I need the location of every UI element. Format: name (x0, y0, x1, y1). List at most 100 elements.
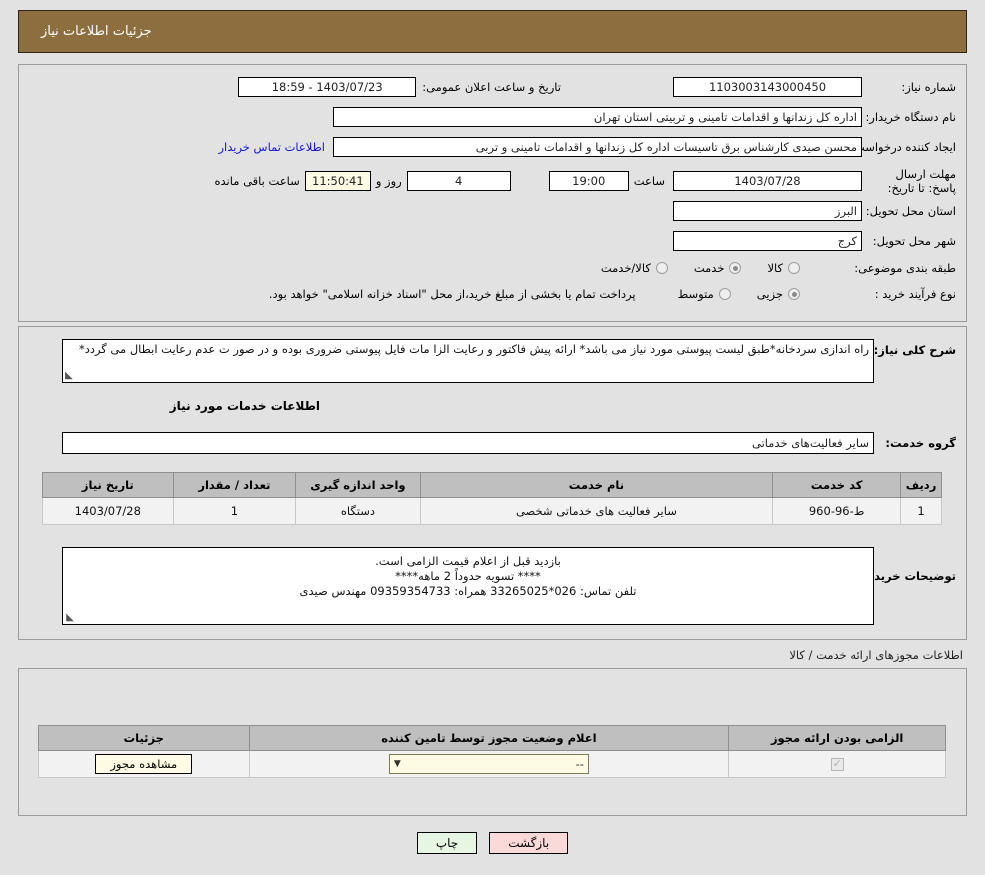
page-title: جزئیات اطلاعات نیاز (41, 24, 152, 39)
chevron-down-icon: ▼ (393, 759, 401, 769)
col-need-date: تاریخ نیاز (42, 472, 174, 498)
need-description-panel: شرح کلی نیاز: راه اندازی سردخانه*طبق لیس… (18, 326, 967, 640)
col-permit-status: اعلام وضعیت مجوز توسط تامین کننده (248, 725, 730, 751)
cell-radif: 1 (900, 497, 942, 525)
hour-label: ساعت (633, 174, 665, 188)
footer-button-bar: بازگشت چاپ (0, 832, 985, 854)
row-process-type: نوع فرآیند خرید : جزیی متوسط پرداخت تمام… (28, 287, 956, 301)
buyer-notes-label: توضیحات خریدار: (858, 569, 956, 583)
process-label: نوع فرآیند خرید : (874, 287, 956, 301)
cell-unit: دستگاه (295, 497, 421, 525)
permit-status-select[interactable]: ▼ -- (388, 754, 589, 774)
province-label: استان محل تحویل: (865, 204, 956, 218)
row-general-description: شرح کلی نیاز: راه اندازی سردخانه*طبق لیس… (28, 339, 956, 383)
process-option-jozyi-label: جزیی (756, 287, 783, 301)
permit-status-value: -- (575, 757, 584, 771)
services-heading: اطلاعات خدمات مورد نیاز (169, 399, 320, 413)
category-option-kala[interactable]: کالا (767, 261, 800, 275)
row-category: طبقه بندی موضوعی: کالا خدمت کالا/خدمت (28, 261, 956, 275)
category-option-kala-label: کالا (767, 261, 783, 275)
services-table: ردیف کد خدمت نام خدمت واحد اندازه گیری ت… (42, 472, 942, 525)
cell-permit-required (728, 750, 946, 778)
announce-datetime-label: تاریخ و ساعت اعلان عمومی: (422, 80, 561, 94)
category-option-khedmat-label: خدمت (693, 261, 725, 275)
resize-grip-icon[interactable]: ◢ (65, 370, 75, 381)
cell-permit-status: ▼ -- (248, 750, 730, 778)
permits-table: الزامی بودن ارائه مجوز اعلام وضعیت مجوز … (38, 725, 946, 778)
category-option-khedmat[interactable]: خدمت (694, 261, 742, 275)
col-name: نام خدمت (419, 472, 774, 498)
category-option-kala-khedmat-label: کالا/خدمت (600, 261, 651, 275)
cell-code: ط-96-960 (772, 497, 902, 525)
cell-permit-details: مشاهده مجوز (38, 750, 250, 778)
remaining-days-value: 4 (406, 171, 511, 191)
buyer-note-line-3: تلفن تماس: 026*33265025 همراه: 093593547… (299, 584, 637, 598)
services-table-wrap: ردیف کد خدمت نام خدمت واحد اندازه گیری ت… (42, 472, 942, 525)
row-buyer-org: نام دستگاه خریدار: اداره کل زندانها و اق… (28, 107, 956, 127)
radio-jozyi[interactable] (788, 288, 800, 300)
general-description-textarea[interactable]: راه اندازی سردخانه*طبق لیست پیوستی مورد … (62, 339, 874, 383)
category-radio-set: کالا خدمت کالا/خدمت (575, 261, 800, 275)
general-description-label: شرح کلی نیاز: (873, 343, 956, 357)
permits-table-wrap: الزامی بودن ارائه مجوز اعلام وضعیت مجوز … (38, 725, 946, 778)
col-radif: ردیف (900, 472, 942, 498)
col-unit: واحد اندازه گیری (295, 472, 421, 498)
remaining-days-label: روز و (375, 174, 402, 188)
buyer-org-value: اداره کل زندانها و اقدامات تامینی و تربی… (333, 107, 862, 127)
back-button[interactable]: بازگشت (489, 832, 569, 854)
page-header-bar: جزئیات اطلاعات نیاز (18, 10, 967, 53)
buyer-notes-textarea[interactable]: بازدید قبل از اعلام قیمت الزامی است. ***… (62, 547, 874, 625)
cell-name: سایر فعالیت های خدماتی شخصی (419, 497, 774, 525)
row-deadline: مهلت ارسال پاسخ: تا تاریخ: 1403/07/28 سا… (28, 167, 957, 195)
radio-motevaset[interactable] (718, 288, 731, 300)
col-permit-required: الزامی بودن ارائه مجوز (728, 725, 946, 751)
print-button[interactable]: چاپ (416, 832, 478, 854)
col-qty: تعداد / مقدار (172, 472, 297, 498)
category-label: طبقه بندی موضوعی: (854, 261, 956, 275)
row-city: شهر محل تحویل: کرج (28, 231, 956, 251)
process-option-motevaset[interactable]: متوسط (678, 287, 731, 301)
deadline-label: مهلت ارسال پاسخ: تا تاریخ: (887, 167, 956, 195)
buyer-note-line-2: **** تسویه حدوداً 2 ماهه**** (395, 569, 541, 583)
remaining-hours-label: ساعت باقی مانده (214, 174, 300, 188)
requester-value: محسن صیدی کارشناس برق تاسیسات اداره کل ز… (333, 137, 862, 157)
city-label: شهر محل تحویل: (872, 234, 956, 248)
permit-required-checkbox[interactable] (830, 757, 844, 771)
resize-grip-icon[interactable]: ◢ (65, 612, 75, 623)
permits-panel: الزامی بودن ارائه مجوز اعلام وضعیت مجوز … (18, 668, 967, 816)
cell-qty: 1 (172, 497, 297, 525)
buyer-contact-link[interactable]: اطلاعات تماس خریدار (218, 140, 325, 154)
page-root: AriaTender.net جزئیات اطلاعات نیاز شماره… (0, 0, 985, 875)
radio-kala[interactable] (788, 262, 800, 274)
col-permit-details: جزئیات (38, 725, 250, 751)
need-info-panel: شماره نیاز: 1103003143000450 تاریخ و ساع… (18, 64, 967, 322)
service-group-value: سایر فعالیت‌های خدماتی (62, 432, 874, 454)
cell-need-date: 1403/07/28 (42, 497, 174, 525)
buyer-note-line-1: بازدید قبل از اعلام قیمت الزامی است. (375, 554, 561, 568)
province-value: البرز (673, 201, 862, 221)
row-province: استان محل تحویل: البرز (28, 201, 956, 221)
category-option-kala-khedmat[interactable]: کالا/خدمت (601, 261, 668, 275)
process-option-jozyi[interactable]: جزیی (757, 287, 800, 301)
requester-label: ایجاد کننده درخواست: (850, 140, 956, 154)
permits-section-note: اطلاعات مجوزهای ارائه خدمت / کالا (789, 648, 963, 662)
buyer-org-label: نام دستگاه خریدار: (865, 110, 956, 124)
countdown-value: 11:50:41 (304, 171, 371, 191)
radio-kala-khedmat[interactable] (655, 262, 668, 274)
need-number-label: شماره نیاز: (901, 80, 956, 94)
radio-khedmat[interactable] (729, 262, 742, 274)
col-code: کد خدمت (772, 472, 902, 498)
services-table-header-row: ردیف کد خدمت نام خدمت واحد اندازه گیری ت… (42, 472, 942, 498)
row-requester: ایجاد کننده درخواست: محسن صیدی کارشناس ب… (28, 137, 956, 157)
permits-table-header-row: الزامی بودن ارائه مجوز اعلام وضعیت مجوز … (38, 725, 946, 751)
table-row: 1 ط-96-960 سایر فعالیت های خدماتی شخصی د… (42, 497, 942, 525)
row-buyer-notes: توضیحات خریدار: بازدید قبل از اعلام قیمت… (28, 547, 956, 625)
process-option-motevaset-label: متوسط (677, 287, 714, 301)
process-note: پرداخت تمام یا بخشی از مبلغ خرید،از محل … (268, 287, 636, 301)
table-row: ▼ -- مشاهده مجوز (38, 750, 946, 778)
view-permit-button[interactable]: مشاهده مجوز (95, 754, 193, 774)
general-description-value: راه اندازی سردخانه*طبق لیست پیوستی مورد … (78, 342, 869, 356)
row-need-number: شماره نیاز: 1103003143000450 تاریخ و ساع… (28, 77, 956, 97)
row-service-group: گروه خدمت: سایر فعالیت‌های خدماتی (28, 432, 956, 454)
need-number-value: 1103003143000450 (673, 77, 862, 97)
